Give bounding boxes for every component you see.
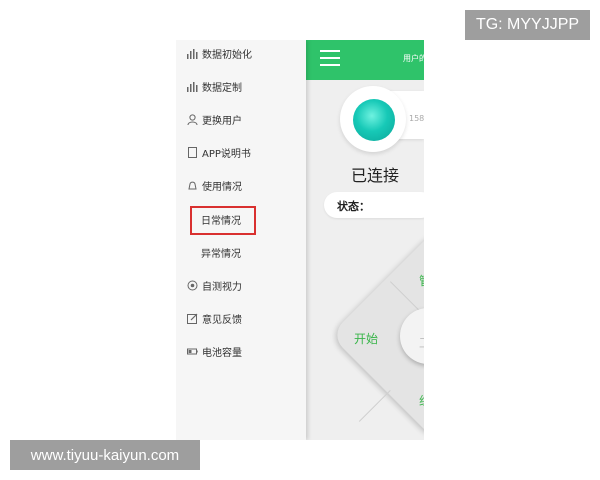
tg-watermark: TG: MYYJJPP bbox=[465, 10, 590, 40]
menu-item-label: 电池容量 bbox=[202, 347, 242, 359]
edit-icon bbox=[186, 312, 199, 325]
pad-bottom-button[interactable]: 组 bbox=[419, 392, 424, 409]
device-id: 158 bbox=[409, 114, 424, 123]
eye-icon bbox=[186, 279, 199, 292]
menu-item-app-manual[interactable]: APP说明书 bbox=[186, 142, 251, 162]
user-icon bbox=[186, 113, 199, 126]
menu-item-battery[interactable]: 电池容量 bbox=[186, 341, 242, 361]
status-label: 状态： bbox=[337, 200, 370, 213]
app-main-view: 用户的 158 已连接 状态： 开始 管 工 组 bbox=[306, 40, 424, 440]
menu-item-label: APP说明书 bbox=[202, 148, 251, 160]
phone-screen: 数据初始化 数据定制 更换用户 APP说明书 使用情况 日常情况 异常情况 自测… bbox=[176, 40, 424, 440]
app-bar: 用户的 bbox=[306, 40, 424, 80]
connection-led-icon bbox=[353, 99, 395, 141]
app-bar-title: 用户的 bbox=[403, 54, 424, 63]
url-watermark: www.tiyuu-kaiyun.com bbox=[10, 440, 200, 470]
bell-icon bbox=[186, 179, 199, 192]
menu-item-data-custom[interactable]: 数据定制 bbox=[186, 76, 242, 96]
menu-item-label: 更换用户 bbox=[202, 115, 242, 127]
bar-chart-icon bbox=[186, 47, 199, 60]
menu-item-vision-test[interactable]: 自测视力 bbox=[186, 275, 242, 295]
menu-item-label: 异常情况 bbox=[201, 248, 241, 260]
menu-item-feedback[interactable]: 意见反馈 bbox=[186, 308, 242, 328]
menu-item-usage[interactable]: 使用情况 bbox=[186, 175, 242, 195]
connection-status: 已连接 bbox=[351, 166, 400, 185]
menu-item-label: 使用情况 bbox=[202, 181, 242, 193]
pad-center-label: 工 bbox=[419, 334, 424, 351]
menu-item-abnormal[interactable]: 异常情况 bbox=[201, 242, 241, 262]
pad-top-button[interactable]: 管 bbox=[419, 272, 424, 289]
menu-item-label: 自测视力 bbox=[202, 281, 242, 293]
bar-chart-icon bbox=[186, 80, 199, 93]
menu-item-data-init[interactable]: 数据初始化 bbox=[186, 43, 252, 63]
menu-item-switch-user[interactable]: 更换用户 bbox=[186, 109, 242, 129]
menu-item-label: 数据定制 bbox=[202, 82, 242, 94]
document-icon bbox=[186, 146, 199, 159]
hamburger-menu-icon[interactable] bbox=[320, 50, 340, 67]
menu-item-label: 意见反馈 bbox=[202, 314, 242, 326]
pad-divider bbox=[358, 390, 391, 422]
menu-item-label: 数据初始化 bbox=[202, 49, 252, 61]
navigation-drawer: 数据初始化 数据定制 更换用户 APP说明书 使用情况 日常情况 异常情况 自测… bbox=[176, 40, 306, 440]
battery-icon bbox=[186, 345, 199, 358]
highlight-box bbox=[190, 206, 256, 235]
pad-start-button[interactable]: 开始 bbox=[354, 330, 378, 347]
